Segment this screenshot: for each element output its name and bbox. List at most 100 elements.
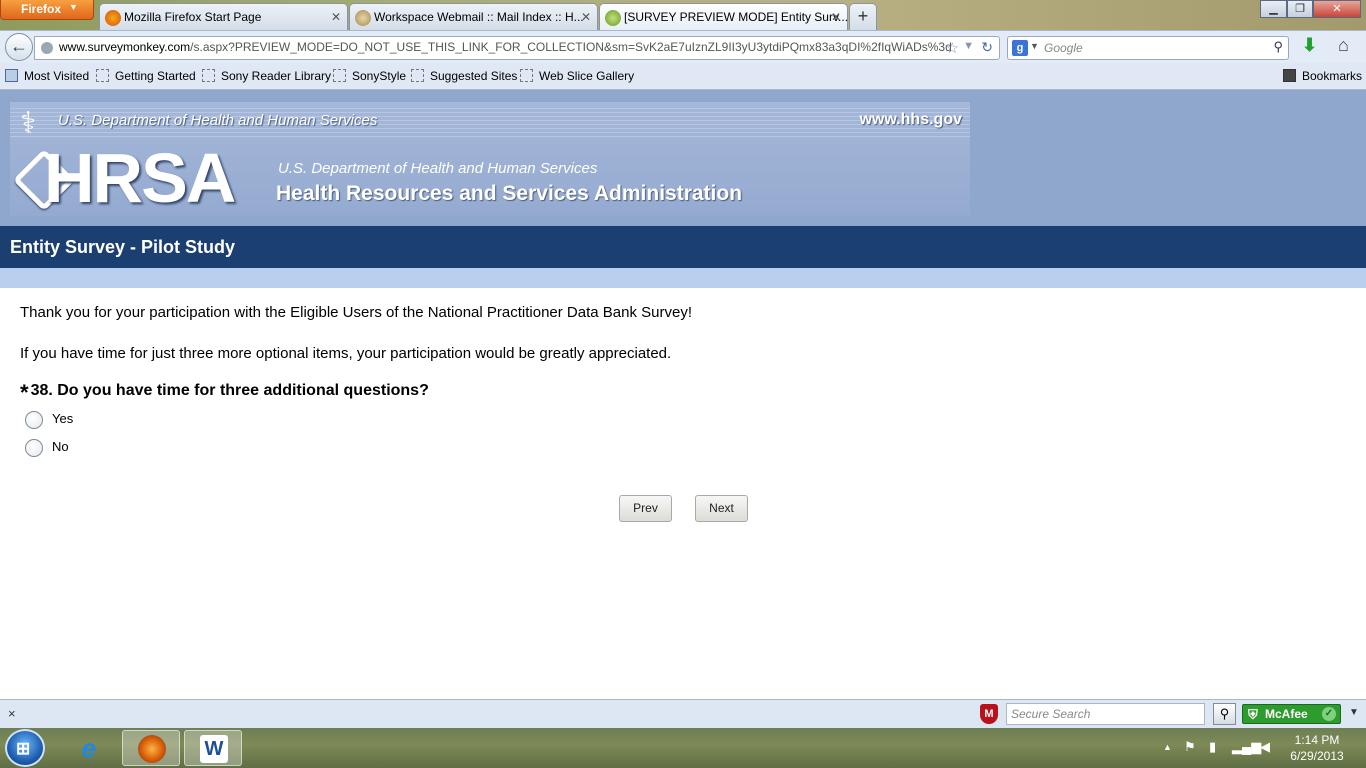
windows-taskbar: ⊞ e W ▲ ⚑ ▮ ▂▄▆ ◀ 1:14 PM 6/29/2013 (0, 728, 1366, 768)
firefox-icon (138, 735, 166, 763)
page-icon (333, 69, 346, 82)
close-window-icon[interactable]: ✕ (1313, 0, 1361, 18)
optional-note-text: If you have time for just three more opt… (20, 345, 672, 362)
title-underline-strip (0, 268, 1366, 288)
start-button[interactable]: ⊞ (5, 729, 45, 767)
search-bar[interactable]: g ▼ Google ⚲ (1007, 36, 1289, 60)
bookmark-label: Bookmarks (1302, 69, 1363, 83)
tab-strip: Firefox ▼ Mozilla Firefox Start Page ✕ W… (0, 0, 1366, 30)
history-dropdown-icon[interactable]: ▼ (963, 40, 974, 52)
bookmark-suggested-sites[interactable]: Suggested Sites (411, 69, 517, 83)
option-label: No (52, 439, 69, 454)
hrsa-logo: HRSA (44, 139, 236, 217)
page-icon (202, 69, 215, 82)
prev-button[interactable]: Prev (619, 495, 672, 522)
option-label: Yes (52, 411, 74, 426)
bookmarks-menu-button[interactable]: Bookmarks (1283, 69, 1362, 83)
bookmark-label: Suggested Sites (430, 69, 518, 83)
next-button[interactable]: Next (695, 495, 748, 522)
bookmark-sonystyle[interactable]: SonyStyle (333, 69, 406, 83)
mcafee-shield-icon[interactable]: M (980, 704, 998, 724)
banner-dept-top: U.S. Department of Health and Human Serv… (58, 112, 378, 129)
bookmark-getting-started[interactable]: Getting Started (96, 69, 196, 83)
close-tab-icon[interactable]: ✕ (581, 10, 591, 24)
surveymonkey-icon (605, 10, 621, 26)
taskbar-firefox[interactable] (122, 730, 180, 766)
close-tab-icon[interactable]: ✕ (331, 10, 341, 24)
url-path: /s.aspx?PREVIEW_MODE=DO_NOT_USE_THIS_LIN… (190, 40, 952, 54)
bookmark-label: Sony Reader Library (221, 69, 332, 83)
bookmarks-star-icon (1283, 69, 1296, 82)
minimize-icon[interactable]: ▁ (1260, 0, 1287, 18)
maximize-icon[interactable]: ❐ (1287, 0, 1313, 18)
firefox-icon (105, 10, 121, 26)
bookmark-label: Getting Started (115, 69, 196, 83)
tab-firefox-start[interactable]: Mozilla Firefox Start Page ✕ (99, 3, 348, 30)
survey-title: Entity Survey - Pilot Study (0, 226, 1366, 268)
close-addon-bar-icon[interactable]: × (8, 706, 16, 721)
page-icon (411, 69, 424, 82)
search-placeholder: Google (1044, 41, 1083, 55)
search-icon[interactable]: ⚲ (1273, 39, 1283, 55)
webmail-icon (355, 10, 371, 26)
navigation-bar: ← www.surveymonkey.com/s.aspx?PREVIEW_MO… (0, 30, 1366, 63)
banner-dept-sub: U.S. Department of Health and Human Serv… (278, 160, 598, 177)
required-asterisk: * (20, 380, 29, 405)
taskbar-word[interactable]: W (184, 730, 242, 766)
hhs-eagle-icon: ⚕ (20, 107, 37, 140)
question-text: 38. Do you have time for three additiona… (30, 382, 429, 399)
search-icon[interactable]: ⚲ (1213, 703, 1236, 725)
mcafee-label: McAfee (1265, 707, 1308, 721)
thank-you-text: Thank you for your participation with th… (20, 304, 692, 321)
page-icon (96, 69, 109, 82)
banner-agency-name: Health Resources and Services Administra… (276, 182, 743, 205)
bookmarks-bar: Most Visited Getting Started Sony Reader… (0, 63, 1366, 90)
firefox-menu-label: Firefox (21, 2, 62, 16)
google-icon[interactable]: g (1012, 40, 1028, 56)
chevron-down-icon: ▼ (69, 2, 78, 12)
download-icon[interactable]: ⬇ (1302, 35, 1317, 56)
windows-logo-icon: ⊞ (16, 739, 31, 758)
clock-time: 1:14 PM (1294, 733, 1340, 747)
addon-bar: × M Secure Search ⚲ ⛨ McAfee ✓ ▼ (0, 699, 1366, 728)
option-no[interactable]: No (25, 437, 69, 457)
power-icon[interactable]: ▮ (1209, 739, 1216, 755)
volume-icon[interactable]: ◀ (1260, 739, 1270, 755)
system-clock[interactable]: 1:14 PM 6/29/2013 (1284, 732, 1350, 764)
mcafee-dropdown-icon[interactable]: ▼ (1349, 707, 1359, 718)
home-icon[interactable]: ⌂ (1338, 35, 1349, 56)
network-signal-icon[interactable]: ▂▄▆ (1232, 739, 1261, 755)
taskbar-internet-explorer[interactable]: e (60, 730, 118, 766)
internet-explorer-icon: e (81, 733, 97, 763)
globe-icon (41, 42, 53, 54)
bookmark-most-visited[interactable]: Most Visited (5, 69, 89, 83)
clock-date: 6/29/2013 (1290, 749, 1344, 763)
bookmark-web-slice-gallery[interactable]: Web Slice Gallery (520, 69, 634, 83)
bookmark-star-icon[interactable]: ☆ (946, 39, 959, 57)
hhs-website-link[interactable]: www.hhs.gov (859, 111, 962, 129)
action-center-flag-icon[interactable]: ⚑ (1184, 739, 1196, 755)
address-bar[interactable]: www.surveymonkey.com/s.aspx?PREVIEW_MODE… (34, 36, 1000, 60)
show-hidden-icons[interactable]: ▲ (1163, 742, 1172, 752)
close-tab-icon[interactable]: ✕ (831, 10, 841, 24)
bookmark-label: Web Slice Gallery (539, 69, 635, 83)
secure-search-input[interactable]: Secure Search (1006, 703, 1205, 725)
bookmark-sony-reader-library[interactable]: Sony Reader Library (202, 69, 331, 83)
radio-yes[interactable] (25, 410, 43, 429)
radio-no[interactable] (25, 438, 43, 457)
page-icon (520, 69, 533, 82)
back-arrow-icon[interactable]: ← (5, 33, 33, 61)
search-engine-dropdown-icon[interactable]: ▼ (1030, 41, 1039, 51)
option-yes[interactable]: Yes (25, 409, 73, 429)
question-38: * 38. Do you have time for three addition… (20, 380, 429, 406)
tab-webmail[interactable]: Workspace Webmail :: Mail Index :: H... … (349, 3, 598, 30)
reload-icon[interactable]: ↻ (981, 39, 993, 56)
mcafee-status-button[interactable]: ⛨ McAfee ✓ (1242, 704, 1341, 724)
tab-survey-preview[interactable]: [SURVEY PREVIEW MODE] Entity Surv... ✕ (599, 3, 848, 30)
url-domain: www.surveymonkey.com (59, 40, 191, 54)
firefox-menu-button[interactable]: Firefox ▼ (0, 0, 94, 20)
new-tab-button[interactable]: + (849, 3, 877, 30)
tab-title: Mozilla Firefox Start Page (124, 10, 262, 24)
shield-icon: ⛨ (1248, 707, 1258, 722)
page-content: ⚕ U.S. Department of Health and Human Se… (0, 90, 1366, 699)
